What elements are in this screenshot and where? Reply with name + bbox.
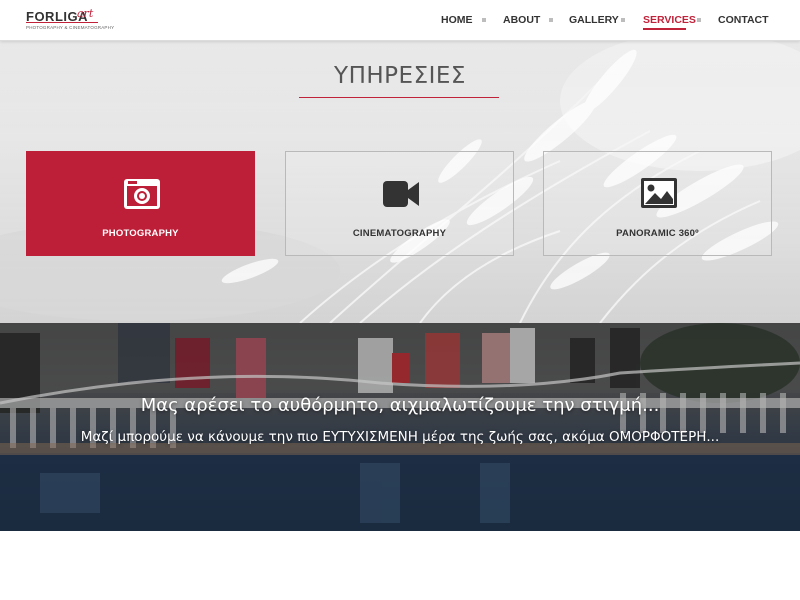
service-card-label: CINEMATOGRAPHY — [352, 228, 447, 239]
camera-icon — [124, 179, 160, 209]
nav-gallery[interactable]: GALLERY — [569, 14, 619, 26]
nav-separator — [549, 18, 553, 22]
image-icon — [641, 178, 677, 208]
title-underline — [299, 97, 499, 98]
services-section: ΥΠΗΡΕΣΙΕΣ PHOTOGRAPHY CINEMATOGRAPHY PAN… — [0, 41, 800, 323]
logo-script: art — [77, 7, 94, 20]
nav-contact[interactable]: CONTACT — [718, 14, 769, 26]
site-logo[interactable]: FORLIGA art PHOTOGRAPHY & CINEMATOGRAPHY — [26, 7, 114, 34]
banner-subline: Μαζί μπορούμε να κάνουμε την πιο ΕΥΤΥΧΙΣ… — [80, 429, 720, 445]
service-card-label: PHOTOGRAPHY — [102, 228, 179, 239]
site-header: FORLIGA art PHOTOGRAPHY & CINEMATOGRAPHY… — [0, 0, 800, 41]
service-card-panoramic[interactable]: PANORAMIC 360º — [543, 151, 772, 256]
service-card-label: PANORAMIC 360º — [616, 228, 699, 239]
service-card-photography[interactable]: PHOTOGRAPHY — [26, 151, 255, 256]
logo-tagline: PHOTOGRAPHY & CINEMATOGRAPHY — [26, 25, 115, 30]
section-title: ΥΠΗΡΕΣΙΕΣ — [334, 63, 466, 89]
video-camera-icon — [383, 181, 419, 207]
nav-home[interactable]: HOME — [441, 14, 473, 26]
nav-active-underline — [643, 28, 686, 30]
banner-headline: Μας αρέσει το αυθόρμητο, αιχμαλωτίζουμε … — [140, 395, 660, 416]
page: FORLIGA art PHOTOGRAPHY & CINEMATOGRAPHY… — [0, 0, 800, 600]
nav-services[interactable]: SERVICES — [643, 14, 696, 26]
nav-about[interactable]: ABOUT — [503, 14, 540, 26]
logo-underline — [26, 22, 98, 23]
quote-banner: Μας αρέσει το αυθόρμητο, αιχμαλωτίζουμε … — [0, 323, 800, 531]
background-wedding-photo — [0, 323, 800, 531]
bottom-white-area — [0, 531, 800, 600]
service-card-cinematography[interactable]: CINEMATOGRAPHY — [285, 151, 514, 256]
nav-separator — [482, 18, 486, 22]
nav-separator — [621, 18, 625, 22]
nav-separator — [697, 18, 701, 22]
